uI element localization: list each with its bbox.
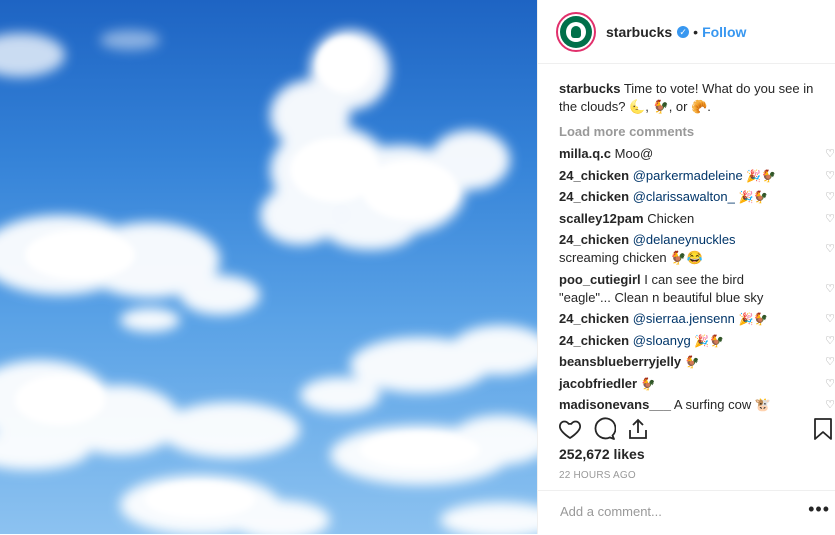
comment-username[interactable]: 24_chicken [559, 311, 629, 326]
comment-text: 🎉🐓 [738, 190, 769, 204]
comment-username[interactable]: madisonevans___ [559, 397, 671, 412]
like-comment-heart-icon[interactable]: ♡ [823, 310, 835, 328]
comment-icon[interactable] [592, 417, 616, 441]
post-photo[interactable] [0, 0, 537, 534]
comment-mention[interactable]: @sloanyg [633, 333, 691, 348]
comment-text: screaming chicken 🐓😂 [559, 250, 703, 265]
more-options-icon[interactable]: ••• [808, 499, 830, 520]
add-comment-bar: ••• [538, 490, 835, 535]
comment-row: 24_chicken @clarissawalton_ 🎉🐓 ♡ [559, 188, 835, 206]
header-separator: • [693, 23, 699, 40]
like-comment-heart-icon[interactable]: ♡ [823, 280, 835, 298]
follow-button[interactable]: Follow [702, 24, 746, 40]
comment-username[interactable]: jacobfriedler [559, 376, 637, 391]
like-comment-heart-icon[interactable]: ♡ [823, 210, 835, 228]
comment-row: jacobfriedler 🐓 ♡ [559, 375, 835, 393]
comment-row: 24_chicken @sierraa.jensenn 🎉🐓 ♡ [559, 310, 835, 328]
comment-mention[interactable]: @delaneynuckles [633, 232, 736, 247]
post-side-panel: starbucks ✓ • Follow starbucks Time to v… [537, 0, 835, 534]
like-comment-heart-icon[interactable]: ♡ [823, 240, 835, 258]
caption: starbucks Time to vote! What do you see … [559, 80, 835, 116]
avatar[interactable] [556, 11, 596, 52]
comment-row: milla.q.c Moo@ ♡ [559, 145, 835, 163]
post-timestamp[interactable]: 22 HOURS AGO [559, 470, 636, 481]
comment-username[interactable]: beansblueberryjelly [559, 354, 681, 369]
header-username[interactable]: starbucks [606, 24, 672, 40]
bookmark-icon[interactable] [812, 417, 834, 441]
comment-row: madisonevans___ A surfing cow 🐮 ♡ [559, 396, 835, 414]
comment-row: scalley12pam Chicken ♡ [559, 210, 835, 228]
caption-username[interactable]: starbucks [559, 81, 620, 96]
comment-text: Chicken [647, 210, 695, 226]
comment-username[interactable]: milla.q.c [559, 146, 611, 161]
comment-row: beansblueberryjelly 🐓 ♡ [559, 353, 835, 371]
like-comment-heart-icon[interactable]: ♡ [823, 145, 835, 163]
comment-mention[interactable]: @clarissawalton_ [633, 189, 735, 204]
comment-text: A surfing cow 🐮 [673, 397, 772, 412]
comment-text: 🐓 [640, 376, 656, 391]
comment-mention[interactable]: @sierraa.jensenn [633, 311, 735, 326]
starbucks-logo-icon [560, 15, 592, 48]
like-comment-heart-icon[interactable]: ♡ [823, 396, 835, 414]
comment-username[interactable]: 24_chicken [559, 189, 629, 204]
cloud-picture [0, 30, 537, 534]
comment-username[interactable]: poo_cutiegirl [559, 272, 641, 287]
post-actions [558, 415, 834, 443]
like-comment-heart-icon[interactable]: ♡ [823, 332, 835, 350]
post-header: starbucks ✓ • Follow [538, 0, 835, 64]
like-comment-heart-icon[interactable]: ♡ [823, 375, 835, 393]
comment-text: 🐓 [684, 355, 700, 369]
add-comment-input[interactable] [558, 503, 782, 520]
comment-username[interactable]: 24_chicken [559, 168, 629, 183]
comment-row: 24_chicken @sloanyg 🎉🐓 ♡ [559, 332, 835, 350]
heart-icon[interactable] [558, 417, 582, 441]
load-more-comments-button[interactable]: Load more comments [559, 123, 835, 141]
comment-text: 🎉🐓 [694, 333, 725, 348]
comment-username[interactable]: scalley12pam [559, 211, 644, 226]
verified-check-icon: ✓ [677, 25, 690, 38]
like-comment-heart-icon[interactable]: ♡ [823, 188, 835, 206]
instagram-post: starbucks ✓ • Follow starbucks Time to v… [0, 0, 835, 534]
comment-username[interactable]: 24_chicken [559, 232, 629, 247]
comment-username[interactable]: 24_chicken [559, 333, 629, 348]
like-comment-heart-icon[interactable]: ♡ [823, 353, 835, 371]
comment-text: 🎉🐓 [738, 312, 769, 326]
comment-row: 24_chicken @delaneynuckles screaming chi… [559, 231, 835, 267]
share-icon[interactable] [626, 417, 650, 441]
comment-row: poo_cutiegirl I can see the bird "eagle"… [559, 271, 835, 307]
comments-list: starbucks Time to vote! What do you see … [538, 64, 835, 414]
comment-row: 24_chicken @parkermadeleine 🎉🐓 ♡ [559, 167, 835, 185]
comment-mention[interactable]: @parkermadeleine [633, 168, 743, 183]
like-comment-heart-icon[interactable]: ♡ [823, 167, 835, 185]
comment-text: 🎉🐓 [746, 168, 777, 183]
comment-text: Moo@ [614, 146, 654, 161]
like-count[interactable]: 252,672 likes [559, 446, 645, 462]
